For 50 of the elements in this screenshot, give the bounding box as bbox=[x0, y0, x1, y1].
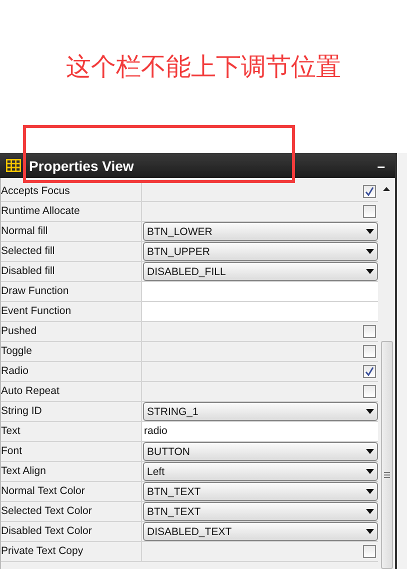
property-label: String ID bbox=[1, 402, 142, 421]
grip-icon bbox=[384, 472, 390, 478]
property-label: Auto Repeat bbox=[1, 382, 142, 401]
caret-icon bbox=[366, 489, 374, 494]
property-label: Normal fill bbox=[1, 222, 142, 241]
text-field[interactable] bbox=[142, 282, 378, 301]
checkbox[interactable] bbox=[363, 185, 376, 198]
property-label: Disabled fill bbox=[1, 262, 142, 281]
panel-title: Properties View bbox=[29, 158, 135, 174]
property-label: Accepts Focus bbox=[1, 182, 142, 201]
dropdown[interactable]: DISABLED_FILL bbox=[143, 262, 378, 281]
checkbox[interactable] bbox=[363, 345, 376, 358]
property-label: Selected Text Color bbox=[1, 502, 142, 521]
dropdown[interactable]: DISABLED_TEXT bbox=[143, 522, 378, 541]
checkbox[interactable] bbox=[363, 325, 376, 338]
caret-icon bbox=[366, 449, 374, 454]
caret-icon bbox=[366, 269, 374, 274]
text-field[interactable]: radio bbox=[142, 422, 378, 441]
property-label: Text Align bbox=[1, 462, 142, 481]
dropdown[interactable]: BTN_TEXT bbox=[143, 482, 378, 501]
dropdown[interactable]: Left bbox=[143, 462, 378, 481]
dropdown[interactable]: BTN_LOWER bbox=[143, 222, 378, 241]
dropdown[interactable]: BUTTON bbox=[143, 442, 378, 461]
text-field[interactable] bbox=[142, 302, 378, 321]
dropdown[interactable]: BTN_UPPER bbox=[143, 242, 378, 261]
scroll-up-icon[interactable] bbox=[383, 187, 390, 191]
checkbox[interactable] bbox=[363, 545, 376, 558]
property-label: Toggle bbox=[1, 342, 142, 361]
caret-icon bbox=[366, 529, 374, 534]
checkbox[interactable] bbox=[363, 365, 376, 378]
property-label: Disabled Text Color bbox=[1, 522, 142, 541]
annotation-text: 这个栏不能上下调节位置 bbox=[66, 51, 341, 83]
caret-icon bbox=[366, 229, 374, 234]
property-label: Font bbox=[1, 442, 142, 461]
property-label: Normal Text Color bbox=[1, 482, 142, 501]
collapse-button[interactable]: – bbox=[373, 158, 389, 174]
checkbox[interactable] bbox=[363, 205, 376, 218]
property-label: Pushed bbox=[1, 322, 142, 341]
property-label: Selected fill bbox=[1, 242, 142, 261]
dropdown[interactable]: BTN_TEXT bbox=[143, 502, 378, 521]
property-label: Private Text Copy bbox=[1, 542, 142, 561]
grid-icon bbox=[6, 159, 21, 172]
caret-icon bbox=[366, 509, 374, 514]
caret-icon bbox=[366, 249, 374, 254]
caret-icon bbox=[366, 409, 374, 414]
property-label: Runtime Allocate bbox=[1, 202, 142, 221]
caret-icon bbox=[366, 469, 374, 474]
property-label: Radio bbox=[1, 362, 142, 381]
checkbox[interactable] bbox=[363, 385, 376, 398]
dropdown[interactable]: STRING_1 bbox=[143, 402, 378, 421]
